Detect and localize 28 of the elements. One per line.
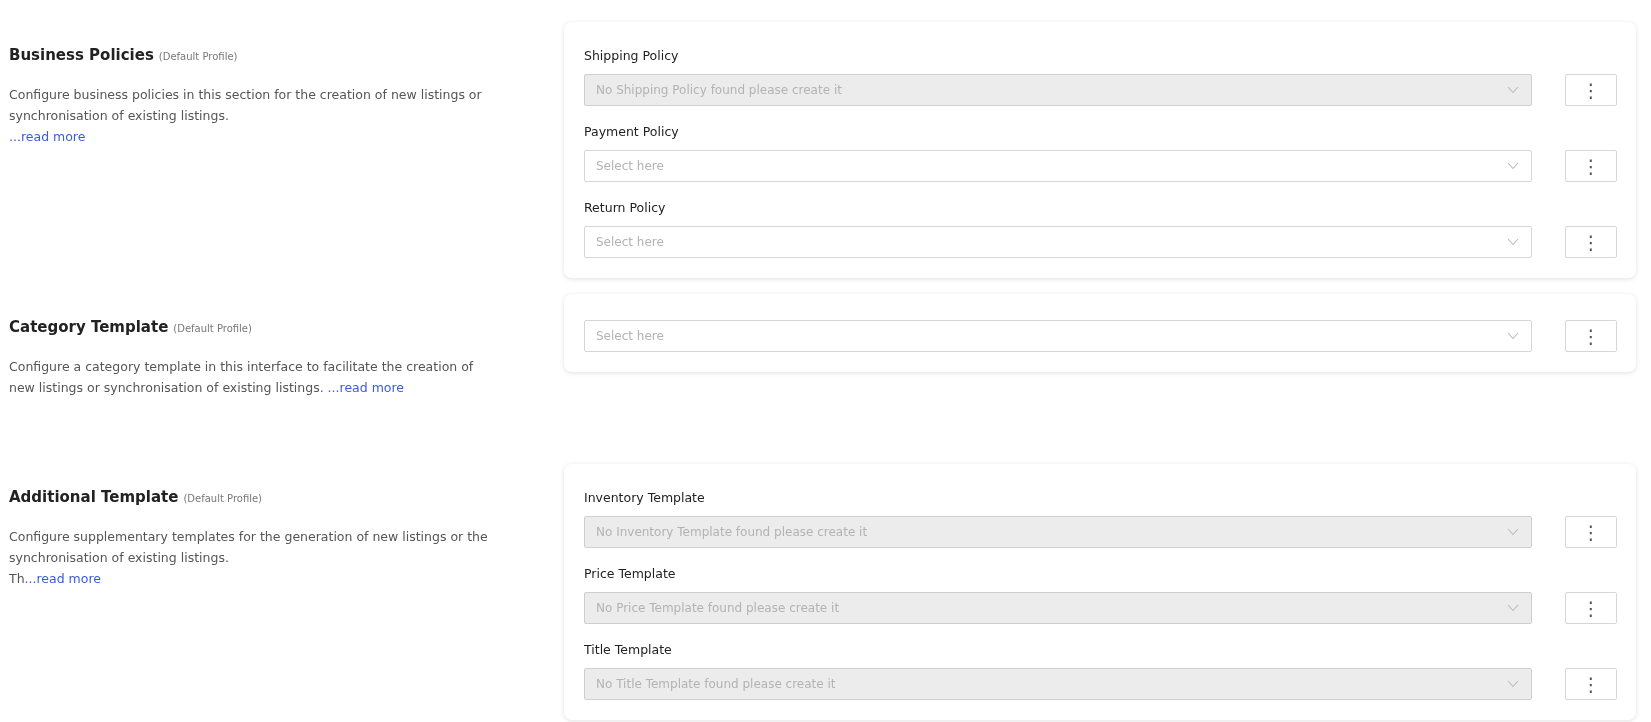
chevron-down-icon <box>1507 528 1519 536</box>
more-options-button[interactable]: ⋮ <box>1565 320 1617 352</box>
more-options-button[interactable]: ⋮ <box>1565 226 1617 258</box>
chevron-down-icon <box>1507 162 1519 170</box>
field-label: Return Policy <box>584 200 667 215</box>
profile-note: (Default Profile) <box>173 323 252 334</box>
chevron-down-icon <box>1507 604 1519 612</box>
read-more-link[interactable]: ...read more <box>9 129 86 144</box>
chevron-down-icon <box>1507 332 1519 340</box>
section-title: Additional Template <box>9 488 179 506</box>
field-label: Price Template <box>584 566 677 581</box>
field-label: Inventory Template <box>584 490 706 505</box>
section-description: Configure business policies in this section for the creation of new listings or synchronisation of existing listings. ...read more <box>9 86 483 146</box>
section-title: Category Template <box>9 318 169 336</box>
section-description: Configure a category template in this interface to facilitate the creation of new listings or synchronisation of existing listings. ...read more <box>9 358 475 397</box>
profile-note: (Default Profile) <box>183 493 263 504</box>
chevron-down-icon <box>1507 86 1519 94</box>
chevron-down-icon <box>1507 680 1519 688</box>
read-more-link[interactable]: ...read more <box>327 380 405 395</box>
more-options-button[interactable]: ⋮ <box>1565 150 1617 182</box>
field-label: Payment Policy <box>584 124 680 139</box>
chevron-down-icon <box>1507 238 1519 246</box>
field-label: Title Template <box>584 642 673 657</box>
read-more-link[interactable]: ...read more <box>24 571 101 586</box>
section-description: Configure supplementary templates for the generation of new listings or the synchronisation of existing listings. Th...read more <box>9 528 489 588</box>
section-title: Business Policies <box>9 46 154 64</box>
field-label: Shipping Policy <box>584 48 680 63</box>
profile-note: (Default Profile) <box>158 51 238 62</box>
